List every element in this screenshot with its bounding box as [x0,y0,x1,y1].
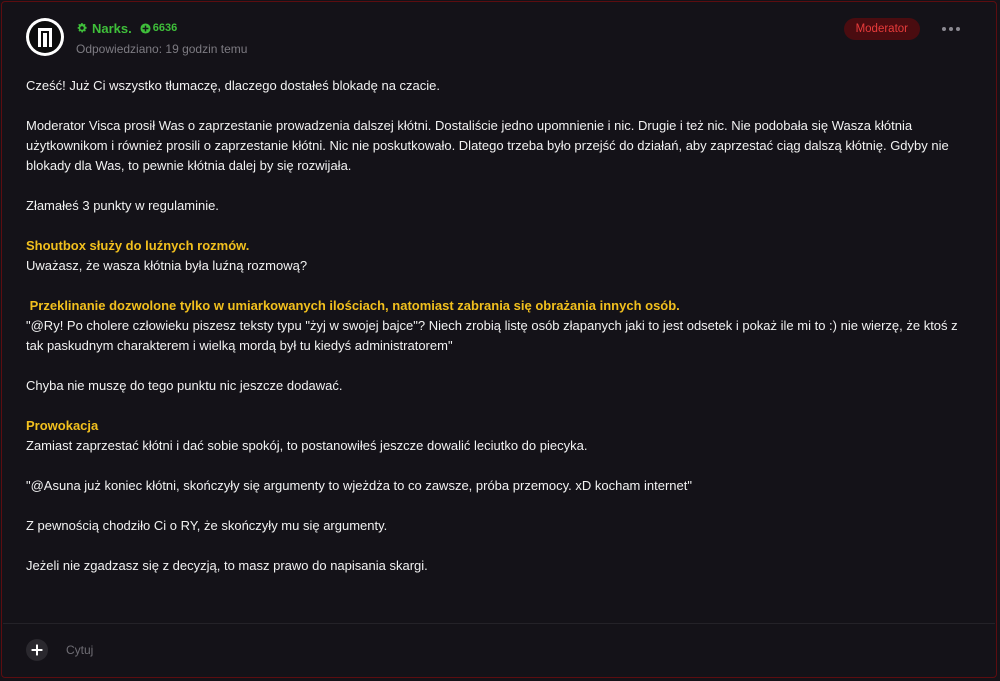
avatar[interactable] [26,18,64,56]
highlight-heading: Prowokacja [26,418,99,433]
reputation-count: 6636 [152,22,178,34]
reputation-badge: 6636 [140,22,177,34]
moderator-badge: Moderator [843,18,920,40]
plus-icon [31,644,43,656]
post-card: Narks. 6636 Odpowiedziano: 19 godzin tem… [1,1,997,678]
body-paragraph [26,276,976,296]
username[interactable]: Narks. [92,21,132,36]
highlight-heading: Shoutbox służy do luźnych rozmów. [26,238,250,253]
more-dots-icon[interactable] [942,22,962,36]
post-header: Narks. 6636 Odpowiedziano: 19 godzin tem… [26,18,972,58]
body-paragraph [26,456,976,476]
body-paragraph [26,216,976,236]
body-paragraph [26,96,976,116]
body-paragraph [26,176,976,196]
body-paragraph: Uważasz, że wasza kłótnia była luźną roz… [26,258,308,273]
body-paragraph: Zamiast zaprzestać kłótni i dać sobie sp… [26,438,588,453]
body-paragraph: "@Ry! Po cholere człowieku piszesz tekst… [26,318,962,353]
author-line: Narks. 6636 [76,20,177,36]
quote-button[interactable]: Cytuj [66,643,93,657]
divider [3,623,995,624]
body-paragraph: Chyba nie muszę do tego punktu nic jeszc… [26,378,343,393]
body-paragraph [26,356,976,376]
post-body: Cześć! Już Ci wszystko tłumaczę, dlaczeg… [26,76,976,576]
body-paragraph: "@Asuna już koniec kłótni, skończyły się… [26,478,692,493]
post-footer: Cytuj [26,638,93,662]
post-timestamp: Odpowiedziano: 19 godzin temu [76,42,248,56]
body-paragraph: Cześć! Już Ci wszystko tłumaczę, dlaczeg… [26,78,441,93]
body-paragraph [26,536,976,556]
highlight-heading: Przeklinanie dozwolone tylko w umiarkowa… [26,298,680,313]
avatar-image [29,21,61,53]
body-paragraph: Złamałeś 3 punkty w regulaminie. [26,198,219,213]
add-reaction-button[interactable] [26,639,48,661]
body-paragraph: Moderator Visca prosił Was o zaprzestani… [26,118,953,173]
body-paragraph: Z pewnością chodziło Ci o RY, że skończy… [26,518,388,533]
gear-icon [77,23,87,33]
plus-circle-icon [140,22,151,34]
body-paragraph: Jeżeli nie zgadzasz się z decyzją, to ma… [26,558,428,573]
body-paragraph [26,496,976,516]
body-paragraph [26,396,976,416]
